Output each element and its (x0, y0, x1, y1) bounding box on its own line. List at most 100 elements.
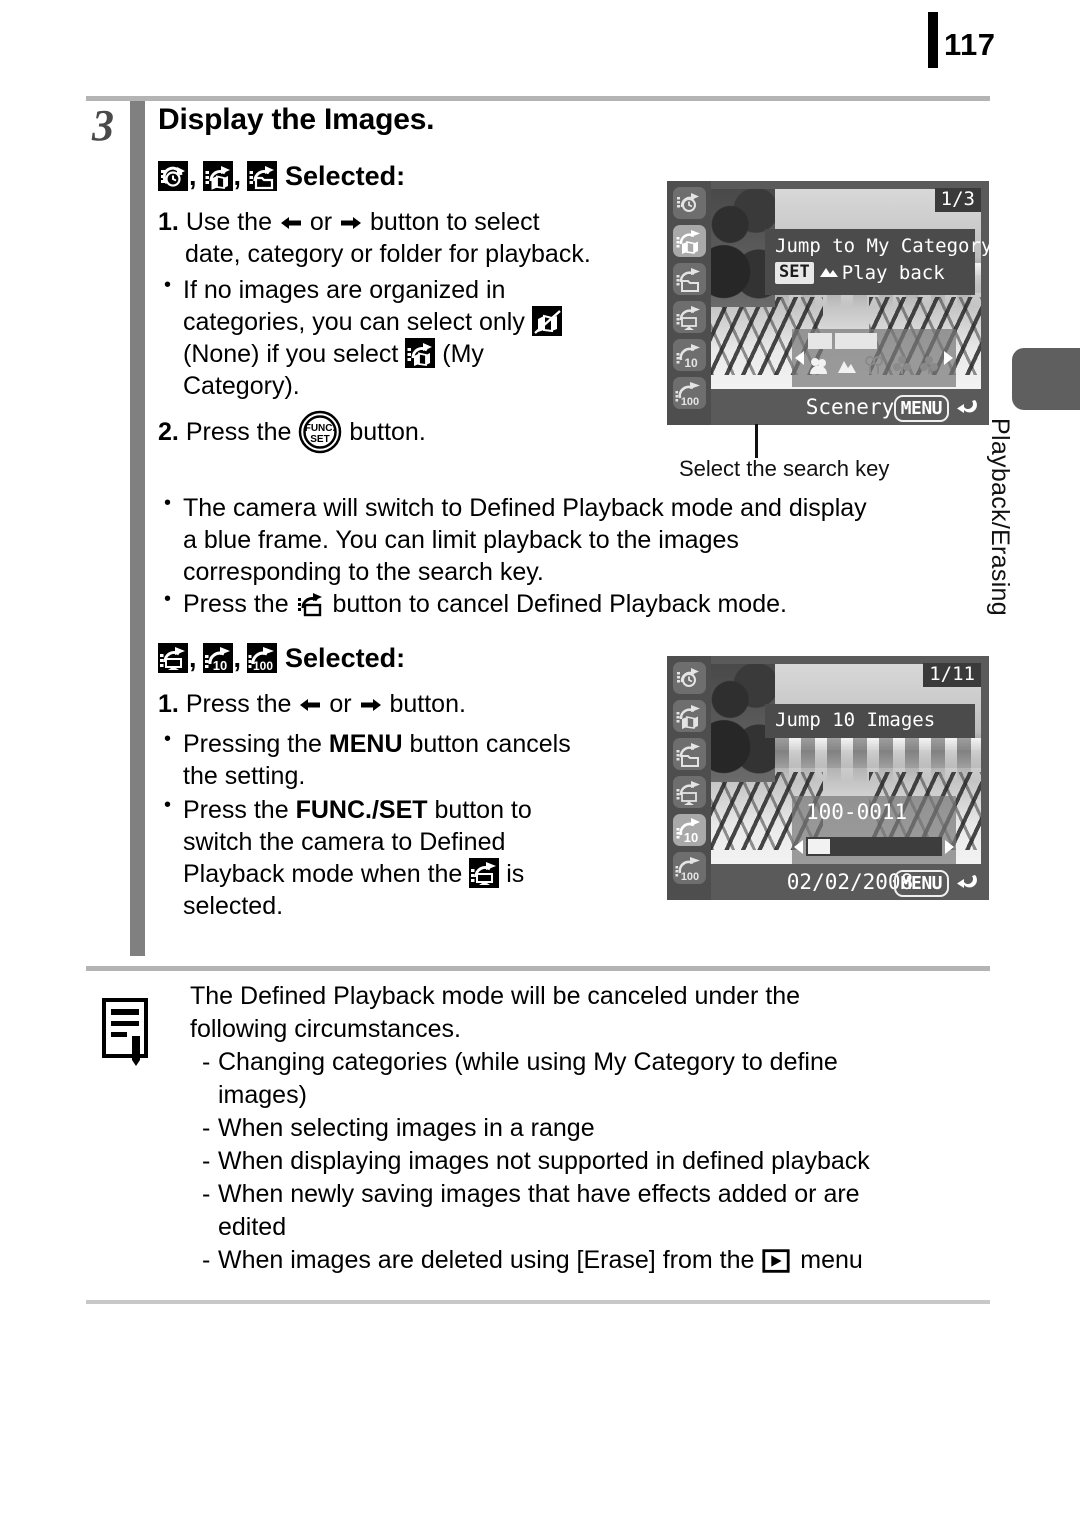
lcd-2-sidebar-item-jump-10[interactable]: 10 (673, 814, 706, 846)
lcd-2-scroll-track[interactable] (806, 837, 942, 856)
wide-bullets-a: The camera will switch to Defined Playba… (158, 491, 998, 622)
jump-movie-icon (158, 643, 188, 674)
events-icon[interactable] (863, 355, 885, 379)
svg-text:FUNC.: FUNC. (305, 423, 336, 434)
category-2-icon[interactable] (918, 355, 940, 379)
bullet-b-2-before: Press the (183, 796, 289, 825)
bullet-a-3-before: Press the (183, 590, 289, 618)
lcd-2-sidebar-item-jump-folder[interactable] (673, 738, 706, 770)
lcd-1-search-key-sidebar[interactable]: 10 100 (667, 181, 711, 425)
note-box: The Defined Playback mode will be cancel… (86, 980, 990, 1277)
step-a-1-line2: date, category or folder for playback. (185, 239, 591, 268)
lcd-1-category-selector[interactable] (792, 329, 956, 387)
step-a-1-text-after: button to select (370, 207, 540, 236)
lcd-2-next-arrow-icon[interactable] (945, 840, 954, 854)
lcd-2-sidebar-item-jump-100[interactable]: 100 (673, 852, 706, 884)
jump-my-category-icon (202, 160, 233, 191)
step-b-1-after: button. (389, 690, 466, 719)
bullet-a-2: The camera will switch to Defined Playba… (158, 491, 1013, 588)
step-a-2-text-after: button. (349, 417, 426, 446)
note-item-0-line2: images) (218, 1081, 307, 1109)
lcd-1-sidebar-item-jump-my-category[interactable] (673, 225, 706, 257)
callout-label: Select the search key (679, 456, 890, 481)
lcd-2-image-selector[interactable]: 100-0011 (792, 796, 956, 864)
return-icon (955, 396, 979, 420)
svg-text:100: 100 (681, 871, 699, 883)
bullet-b-2-line2: switch the camera to Defined (183, 828, 506, 857)
right-arrow-icon (359, 696, 383, 714)
lcd-1-sidebar-item-jump-movie[interactable] (673, 301, 706, 333)
menu-button-label: MENU (328, 730, 403, 759)
heading-jump-date-category-folder: , , Selected: (158, 160, 678, 192)
print-share-button-icon (296, 588, 326, 618)
lcd-2-banner: Jump 10 Images (765, 704, 975, 738)
section-tab-label: Playback/Erasing (986, 418, 1014, 616)
list-item: Changing categories (while using My Cate… (190, 1046, 990, 1112)
jump-my-category-icon (405, 337, 436, 368)
note-list: Changing categories (while using My Cate… (190, 1046, 990, 1277)
lcd-2-sidebar-item-jump-date[interactable] (673, 662, 706, 694)
step-b-1-number: 1. (158, 690, 179, 719)
lcd-2-sidebar-item-jump-my-category[interactable] (673, 700, 706, 732)
memo-note-icon (102, 998, 154, 1068)
category-1-icon[interactable] (891, 355, 913, 379)
lcd-1-sidebar-item-jump-date[interactable] (673, 187, 706, 219)
lcd-1-bottom-bar: Scenery MENU (711, 389, 989, 425)
lcd-1-sidebar-item-jump-folder[interactable] (673, 263, 706, 295)
lcd-1-set-badge: SET (775, 262, 814, 284)
bullet-a-1: If no images are organized in categories… (158, 273, 678, 402)
lcd-2-prev-arrow-icon[interactable] (794, 840, 803, 854)
svg-text:SET: SET (311, 434, 330, 445)
bullet-b-2: Press the FUNC./SET button to switch the… (158, 793, 678, 922)
bullet-a-3-after: button to cancel Defined Playback mode. (332, 590, 787, 618)
step-a-2-text-before: Press the (185, 417, 292, 446)
lcd-1-menu-badge[interactable]: MENU (893, 395, 949, 423)
right-arrow-icon (339, 214, 363, 232)
lcd-2-sidebar-item-jump-movie[interactable] (673, 776, 706, 808)
list-item: When images are deleted using [Erase] fr… (190, 1244, 990, 1277)
jump-movie-icon (469, 858, 500, 889)
bullet-a-2-line1: The camera will switch to Defined Playba… (183, 494, 867, 522)
bullet-a-1-part4: (My (442, 339, 484, 368)
header-divider (86, 96, 990, 101)
section-b: , 10 , 100 Selected: 1. Press the or but… (158, 642, 678, 924)
lcd-2-image-counter: 1/11 (923, 663, 981, 687)
lcd-1-prev-arrow-icon[interactable] (795, 351, 804, 365)
note-item-2-line1: When displaying images not supported in … (218, 1147, 870, 1175)
heading-comma-3: , (189, 643, 197, 673)
content-column: Display the Images. , , Selected: 1. Use… (158, 103, 678, 458)
lcd-2-search-key-sidebar[interactable]: 10 100 (667, 656, 711, 900)
scenery-icon[interactable] (836, 355, 858, 379)
heading-a-suffix: Selected: (285, 160, 406, 191)
lcd-2-menu-badge[interactable]: MENU (893, 870, 949, 898)
bullet-b-1: Pressing the MENU button cancels the set… (158, 727, 678, 792)
note-item-3-line1: When newly saving images that have effec… (218, 1180, 860, 1208)
lcd-1-set-action: Play back (841, 262, 945, 284)
page-title: Display the Images. (158, 103, 435, 136)
bullet-a-1-part5: Category). (183, 371, 300, 400)
jump-100-icon: 100 (247, 643, 278, 674)
note-text: The Defined Playback mode will be cancel… (190, 980, 990, 1277)
lcd-1-sidebar-item-jump-100[interactable]: 100 (673, 377, 706, 409)
bullet-b-2-after: button to (434, 796, 532, 825)
note-lead-line2: following circumstances. (190, 1015, 461, 1043)
lcd-1-image-counter: 1/3 (934, 188, 981, 212)
svg-text:100: 100 (253, 659, 273, 673)
bullet-b-1-before: Pressing the (183, 730, 322, 759)
step-b-1-middle: or (329, 690, 352, 719)
lcd-1-sidebar-item-jump-10[interactable]: 10 (673, 339, 706, 371)
lcd-1-next-arrow-icon[interactable] (944, 351, 953, 365)
lcd-1-banner: Jump to My Category SET Play back (765, 229, 989, 295)
list-item: When displaying images not supported in … (190, 1145, 990, 1178)
bullet-b-2-line3-before: Playback mode when the (183, 860, 463, 889)
lcd-1-bottom-label: Scenery (805, 395, 895, 419)
step-b-1: 1. Press the or button. (158, 688, 678, 720)
lcd-2-scroll-thumb[interactable] (808, 839, 830, 854)
bullet-b-2-line4: selected. (183, 892, 284, 921)
lcd-1-category-icons[interactable] (808, 355, 940, 379)
bullet-b-2-line3-after: is (506, 860, 525, 889)
people-icon[interactable] (808, 355, 830, 379)
heading-comma-4: , (233, 643, 242, 673)
step-spine (130, 101, 145, 956)
lcd-2-file-number: 100-0011 (806, 800, 908, 824)
